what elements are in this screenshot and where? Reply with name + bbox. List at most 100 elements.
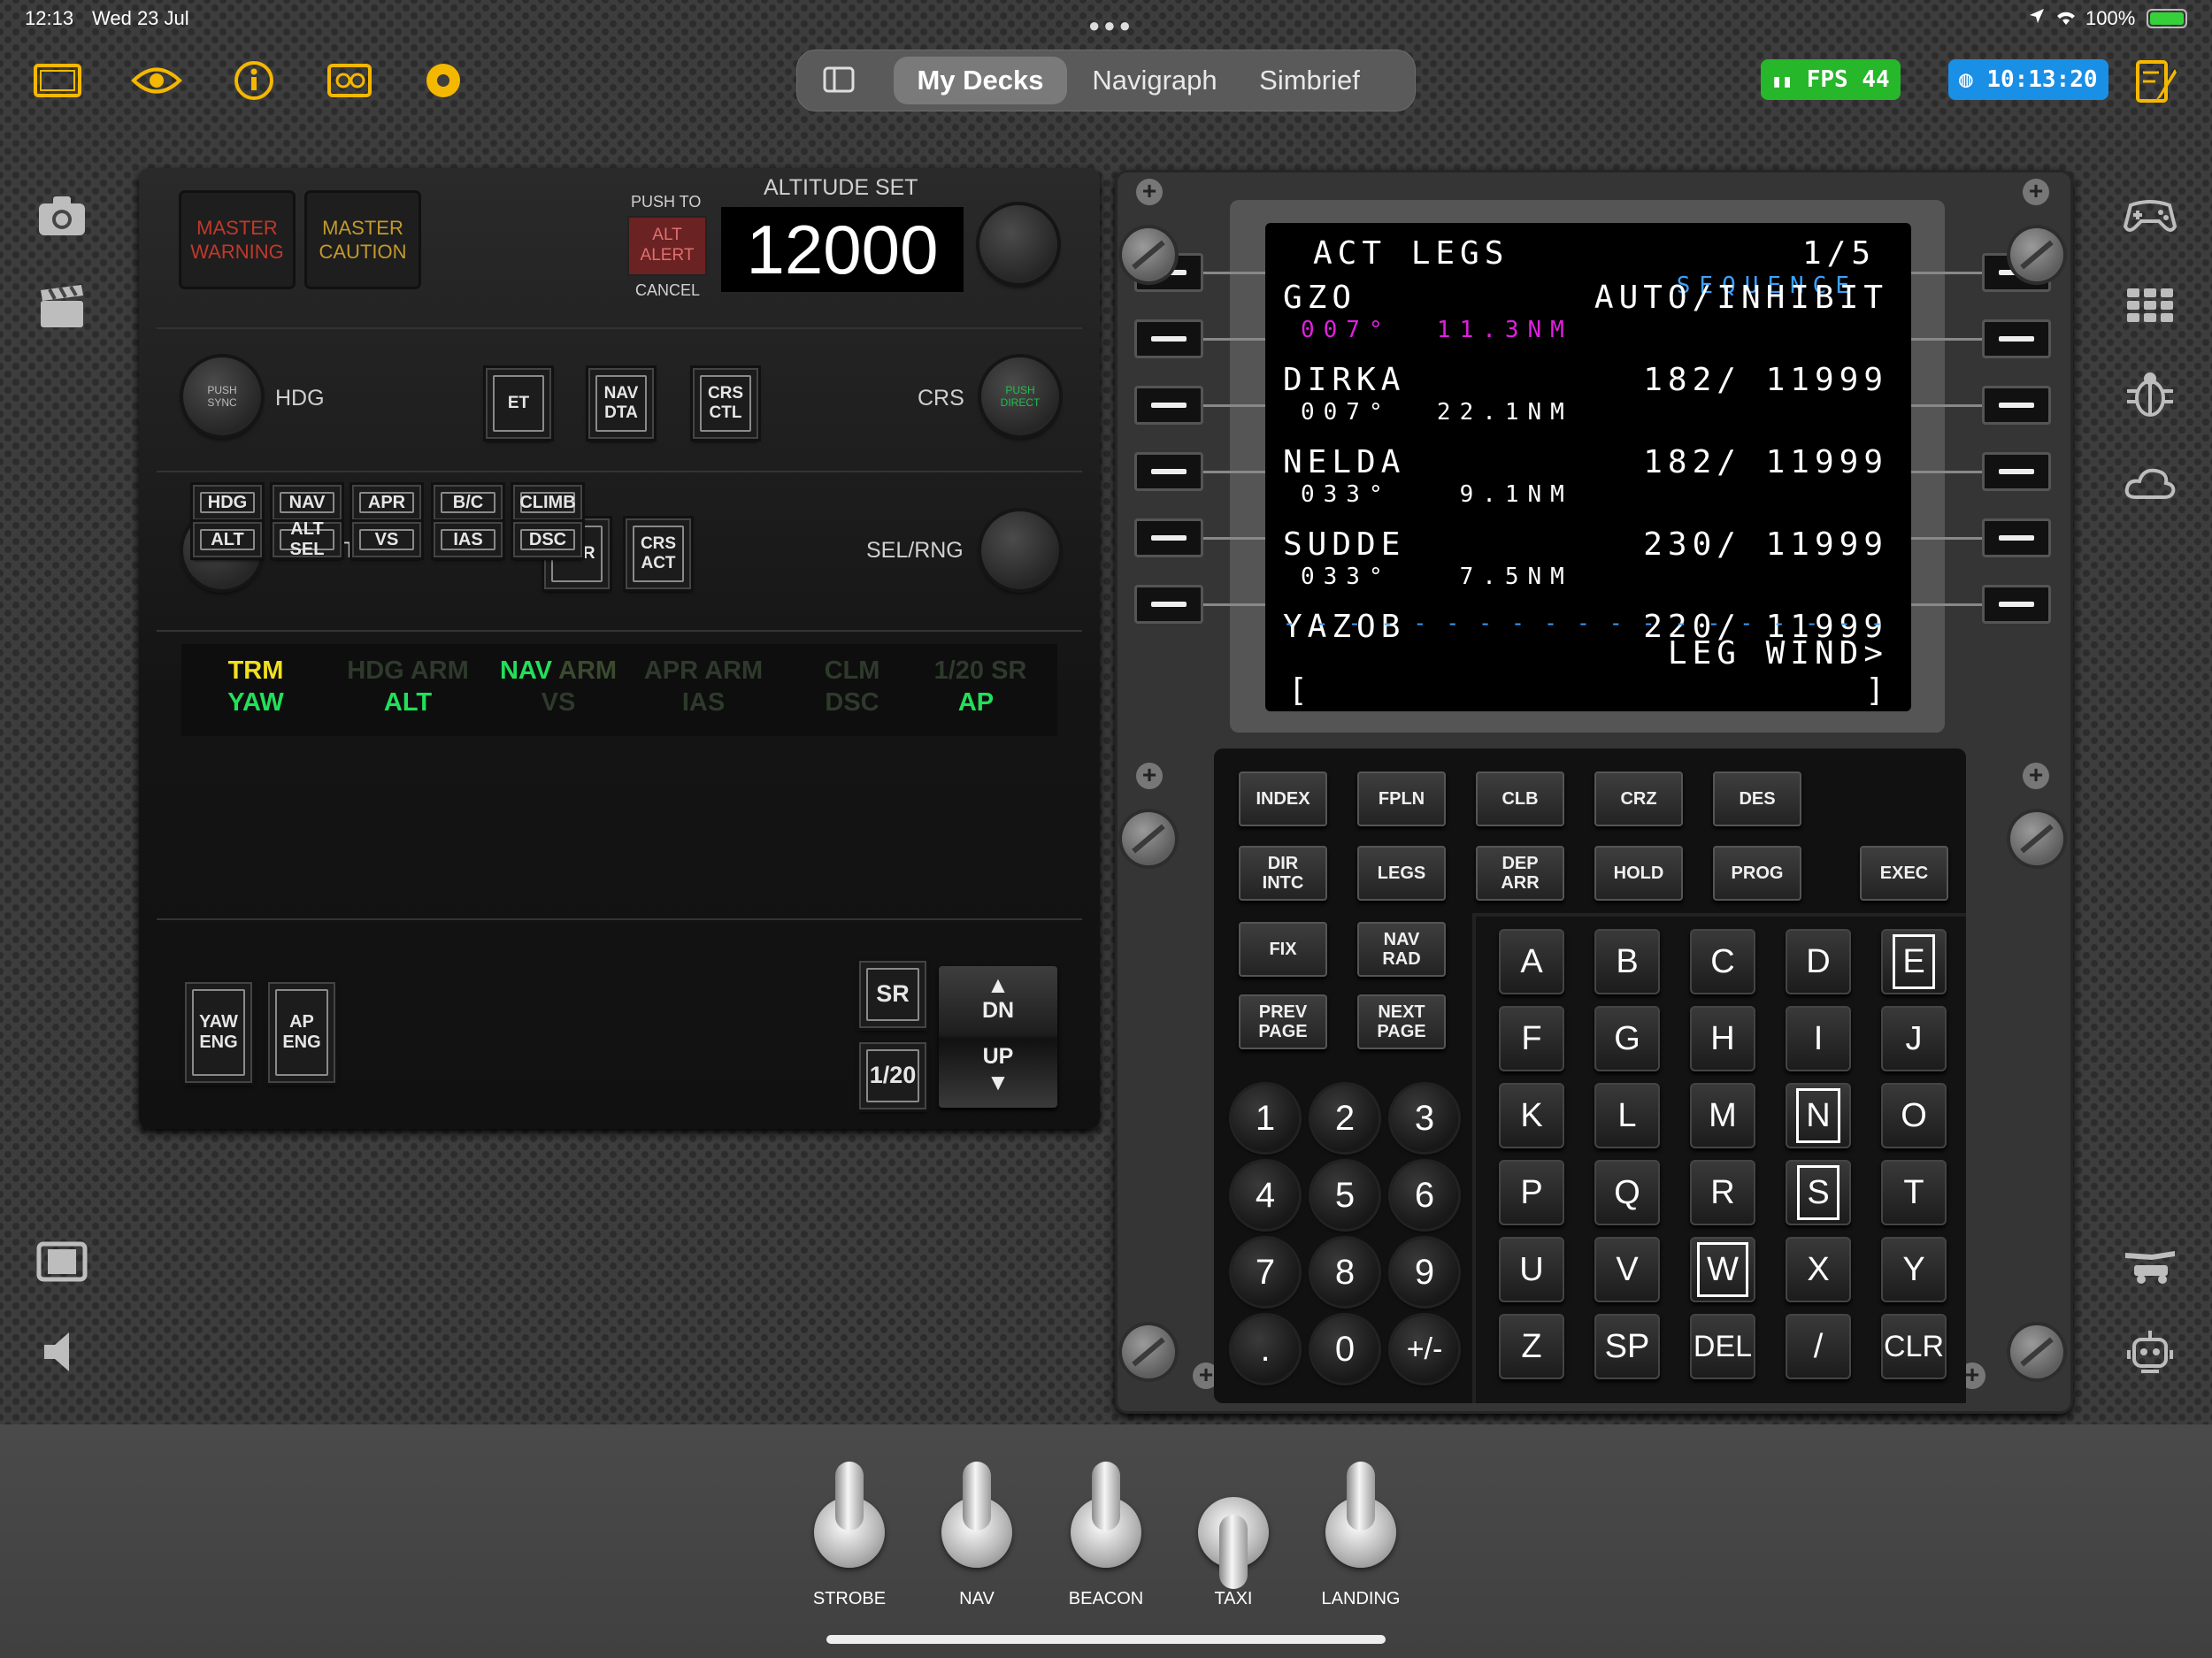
screen-frame-icon[interactable] <box>32 58 83 103</box>
key-e[interactable]: E <box>1881 929 1947 994</box>
key-prev-page[interactable]: PREV PAGE <box>1239 994 1327 1049</box>
key-u[interactable]: U <box>1499 1237 1564 1302</box>
key-plus-minus[interactable]: +/- <box>1391 1316 1458 1383</box>
key-c[interactable]: C <box>1690 929 1755 994</box>
film-icon[interactable] <box>34 1233 90 1290</box>
mode-button-climb[interactable]: CLIMB <box>513 485 582 520</box>
switch-taxi[interactable] <box>1198 1462 1269 1589</box>
key-p[interactable]: P <box>1499 1160 1564 1225</box>
dashboard-icon[interactable] <box>324 58 375 103</box>
key-3[interactable]: 3 <box>1391 1085 1458 1152</box>
notes-icon[interactable] <box>2132 57 2180 106</box>
key-1[interactable]: 1 <box>1232 1085 1299 1152</box>
key-fix[interactable]: FIX <box>1239 922 1327 977</box>
mode-button-alt-sel[interactable]: ALT SEL <box>273 519 342 559</box>
key-w[interactable]: W <box>1690 1237 1755 1302</box>
switch-nav[interactable] <box>941 1462 1012 1568</box>
key-next-page[interactable]: NEXT PAGE <box>1357 994 1446 1049</box>
lsk-right-5[interactable] <box>1982 518 2051 557</box>
tab-simbrief[interactable]: Simbrief <box>1239 57 1380 104</box>
eye-icon[interactable] <box>131 58 182 103</box>
key-n[interactable]: N <box>1786 1083 1851 1148</box>
mode-button-dsc[interactable]: DSC <box>513 522 582 557</box>
switch-strobe[interactable] <box>814 1462 885 1568</box>
key-7[interactable]: 7 <box>1232 1239 1299 1306</box>
leg-wind-prompt[interactable]: LEG WIND> <box>1668 635 1888 672</box>
key-slash[interactable]: / <box>1786 1314 1851 1379</box>
key-des[interactable]: DES <box>1713 771 1801 826</box>
key-o[interactable]: O <box>1881 1083 1947 1148</box>
lsk-right-2[interactable] <box>1982 319 2051 358</box>
key-f[interactable]: F <box>1499 1006 1564 1071</box>
nav-dta-button[interactable]: NAV DTA <box>588 368 654 439</box>
key-crz[interactable]: CRZ <box>1594 771 1683 826</box>
gamepad-icon[interactable] <box>2122 186 2178 242</box>
key-h[interactable]: H <box>1690 1006 1755 1071</box>
key-t[interactable]: T <box>1881 1160 1947 1225</box>
key-i[interactable]: I <box>1786 1006 1851 1071</box>
cloud-icon[interactable] <box>2122 457 2178 513</box>
key-q[interactable]: Q <box>1594 1160 1660 1225</box>
key-5[interactable]: 5 <box>1311 1162 1379 1229</box>
key-k[interactable]: K <box>1499 1083 1564 1148</box>
mode-button-ias[interactable]: IAS <box>434 522 503 557</box>
pitch-wheel[interactable]: ▲ DN UP ▼ <box>939 966 1057 1108</box>
speaker-icon[interactable] <box>34 1324 90 1380</box>
info-icon[interactable] <box>228 58 280 103</box>
key-a[interactable]: A <box>1499 929 1564 994</box>
sr-button[interactable]: SR <box>859 961 926 1028</box>
mode-button-hdg[interactable]: HDG <box>193 485 262 520</box>
lsk-right-4[interactable] <box>1982 452 2051 491</box>
bug-icon[interactable] <box>2122 366 2178 423</box>
sidebar-toggle-icon[interactable] <box>823 65 855 94</box>
lsk-left-5[interactable] <box>1134 518 1203 557</box>
key-g[interactable]: G <box>1594 1006 1660 1071</box>
mode-button-vs[interactable]: VS <box>352 522 421 557</box>
tug-icon[interactable] <box>2122 1233 2178 1290</box>
master-warning-button[interactable]: MASTER WARNING <box>181 193 293 287</box>
key-j[interactable]: J <box>1881 1006 1947 1071</box>
crs-ctl-button[interactable]: CRS CTL <box>693 368 758 439</box>
key-b[interactable]: B <box>1594 929 1660 994</box>
tab-my-decks[interactable]: My Decks <box>894 57 1067 104</box>
key-sp[interactable]: SP <box>1594 1314 1660 1379</box>
lsk-left-2[interactable] <box>1134 319 1203 358</box>
tab-navigraph[interactable]: Navigraph <box>1079 57 1230 104</box>
key-index[interactable]: INDEX <box>1239 771 1327 826</box>
key-s[interactable]: S <box>1786 1160 1851 1225</box>
ap-eng-button[interactable]: AP ENG <box>268 982 335 1083</box>
key-dep-arr[interactable]: DEP ARR <box>1476 846 1564 901</box>
heading-knob[interactable]: PUSH SYNC <box>183 357 261 435</box>
home-indicator[interactable] <box>826 1635 1386 1644</box>
key-dir-intc[interactable]: DIR INTC <box>1239 846 1327 901</box>
key-v[interactable]: V <box>1594 1237 1660 1302</box>
key-0[interactable]: 0 <box>1311 1316 1379 1383</box>
mode-button-apr[interactable]: APR <box>352 485 421 520</box>
lsk-right-6[interactable] <box>1982 585 2051 624</box>
key-clr[interactable]: CLR <box>1881 1314 1947 1379</box>
lsk-left-6[interactable] <box>1134 585 1203 624</box>
lsk-left-3[interactable] <box>1134 386 1203 425</box>
key-2[interactable]: 2 <box>1311 1085 1379 1152</box>
mode-button-alt[interactable]: ALT <box>193 522 262 557</box>
lsk-right-3[interactable] <box>1982 386 2051 425</box>
more-dots-icon[interactable]: ●●● <box>1088 14 1134 37</box>
sel-rng-knob[interactable] <box>981 511 1059 589</box>
key-9[interactable]: 9 <box>1391 1239 1458 1306</box>
key-prog[interactable]: PROG <box>1713 846 1801 901</box>
key-nav-rad[interactable]: NAV RAD <box>1357 922 1446 977</box>
mode-button-b-c[interactable]: B/C <box>434 485 503 520</box>
robot-icon[interactable] <box>2122 1324 2178 1380</box>
key-fpln[interactable]: FPLN <box>1357 771 1446 826</box>
alt-alert-button[interactable]: ALT ALERT <box>627 216 707 276</box>
switch-beacon[interactable] <box>1071 1462 1141 1568</box>
key-z[interactable]: Z <box>1499 1314 1564 1379</box>
key-hold[interactable]: HOLD <box>1594 846 1683 901</box>
master-caution-button[interactable]: MASTER CAUTION <box>307 193 419 287</box>
crs-act-button[interactable]: CRS ACT <box>626 518 691 589</box>
key-del[interactable]: DEL <box>1690 1314 1755 1379</box>
lsk-left-4[interactable] <box>1134 452 1203 491</box>
key-exec[interactable]: EXEC <box>1860 846 1948 901</box>
camera-icon[interactable] <box>34 188 90 244</box>
et-button[interactable]: ET <box>486 368 551 439</box>
